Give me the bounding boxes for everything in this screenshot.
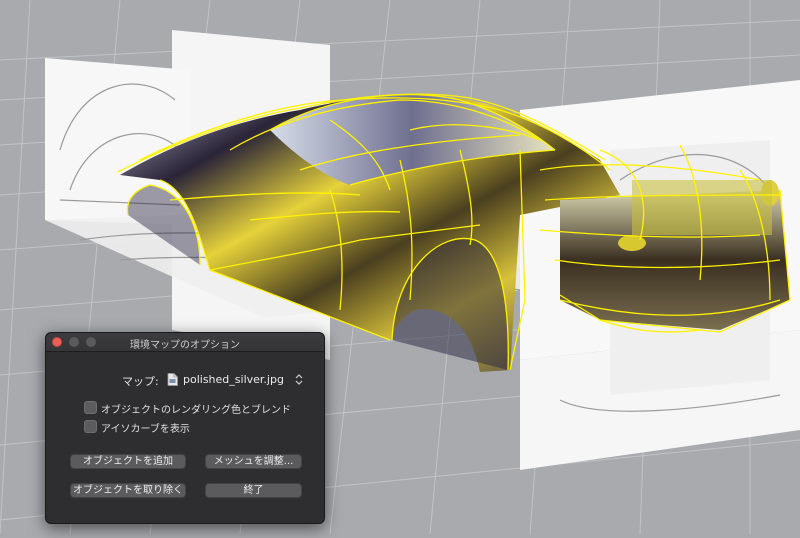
- done-button[interactable]: 終了: [205, 483, 302, 498]
- dialog-titlebar[interactable]: 環境マップのオプション: [46, 333, 324, 352]
- blend-render-color-checkbox[interactable]: [84, 401, 97, 414]
- show-isocurves-checkbox[interactable]: [84, 420, 97, 433]
- remove-object-button[interactable]: オブジェクトを取り除く: [70, 483, 186, 498]
- map-label: マップ:: [122, 375, 159, 388]
- environment-map-options-dialog: 環境マップのオプション マップ: polished_silver.jpg オブジ…: [45, 332, 325, 524]
- adjust-mesh-button[interactable]: メッシュを調整...: [205, 454, 302, 469]
- document-icon: [167, 373, 178, 386]
- dialog-title: 環境マップのオプション: [130, 340, 240, 351]
- stepper-icon: [295, 374, 303, 385]
- checkbox-label: オブジェクトのレンダリング色とブレンド: [101, 405, 291, 416]
- add-object-button[interactable]: オブジェクトを追加: [70, 454, 186, 469]
- map-select[interactable]: polished_silver.jpg: [163, 372, 303, 388]
- map-row: マップ: polished_silver.jpg: [46, 372, 324, 388]
- map-value: polished_silver.jpg: [183, 373, 284, 386]
- checkbox-label: アイソカーブを表示: [101, 424, 190, 435]
